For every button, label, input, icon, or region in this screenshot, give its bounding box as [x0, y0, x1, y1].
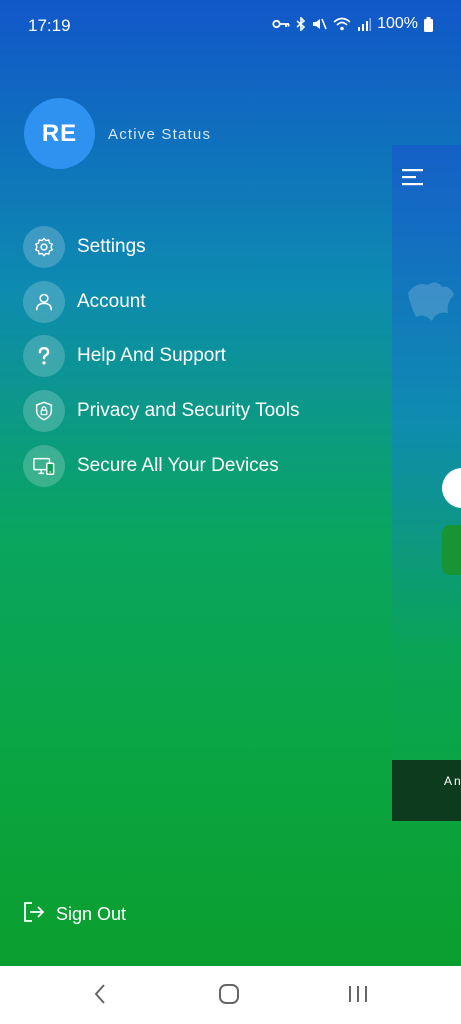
menu-label-devices: Secure All Your Devices: [77, 454, 279, 476]
menu-label-settings: Settings: [77, 236, 146, 257]
devices-icon: [23, 444, 65, 487]
gear-icon: [23, 226, 65, 268]
vpn-key-icon: [272, 18, 290, 30]
mute-icon: [312, 17, 327, 31]
menu-label-privacy: Privacy and Security Tools: [77, 400, 300, 422]
menu-item-privacy[interactable]: Privacy and Security Tools: [23, 390, 383, 433]
status-time: 17:19: [28, 16, 71, 35]
sign-out-button[interactable]: Sign Out: [22, 900, 126, 929]
menu-item-settings[interactable]: Settings: [23, 226, 383, 268]
battery-icon: [424, 16, 433, 32]
back-icon[interactable]: [93, 982, 107, 1011]
menu-label-help: Help And Support: [77, 345, 226, 367]
home-icon[interactable]: [218, 982, 240, 1011]
sign-out-icon: [22, 900, 46, 929]
battery-text: 100%: [377, 15, 418, 32]
system-nav-bar: [0, 966, 461, 1024]
user-icon: [23, 280, 65, 323]
connect-toggle[interactable]: [442, 468, 461, 508]
drawer-screen: 17:19 100% RE Active Status Settings Acc…: [0, 0, 461, 966]
world-map-icon: [406, 273, 461, 353]
recent-apps-icon[interactable]: [347, 982, 369, 1011]
bluetooth-icon: [296, 17, 306, 31]
background-app-peek[interactable]: An: [392, 145, 461, 821]
drawer-menu: Settings Account Help And Support Privac…: [23, 226, 383, 499]
status-bar: 17:19 100%: [0, 0, 461, 52]
menu-item-help[interactable]: Help And Support: [23, 335, 383, 378]
menu-label-account: Account: [77, 290, 146, 312]
shield-lock-icon: [23, 390, 65, 433]
status-icons: 100%: [272, 15, 433, 33]
avatar[interactable]: RE: [24, 98, 95, 169]
status-card: [442, 525, 461, 575]
bottom-banner: An: [392, 760, 461, 821]
bottom-banner-text: An: [444, 774, 461, 788]
menu-item-devices[interactable]: Secure All Your Devices: [23, 444, 383, 487]
menu-item-account[interactable]: Account: [23, 280, 383, 323]
sign-out-label: Sign Out: [56, 904, 127, 924]
question-icon: [23, 335, 65, 378]
signal-icon: [357, 17, 372, 31]
hamburger-menu-icon[interactable]: [402, 168, 423, 191]
wifi-icon: [333, 17, 351, 31]
active-status-label: Active Status: [108, 126, 212, 143]
